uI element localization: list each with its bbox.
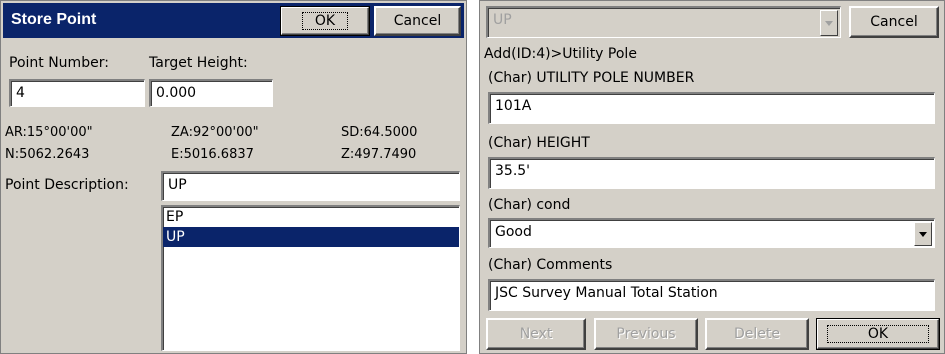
ok-button[interactable]: OK (280, 6, 370, 36)
cond-select-value: Good (495, 224, 532, 240)
cond-select[interactable]: Good (488, 218, 935, 248)
target-height-label: Target Height: (149, 55, 248, 71)
pole-number-input[interactable]: 101A (488, 92, 935, 124)
store-point-dialog: Store Point OK Cancel Point Number: 4 Ta… (0, 0, 467, 354)
delete-button-label: Delete (734, 326, 780, 342)
target-height-input[interactable]: 0.000 (149, 79, 273, 107)
z-readout: Z:497.7490 (341, 147, 417, 162)
e-readout: E:5016.6837 (171, 147, 254, 162)
comments-label: (Char) Comments (488, 257, 613, 273)
cond-label: (Char) cond (488, 197, 571, 213)
dialog-title: Store Point (11, 11, 97, 28)
point-description-input[interactable]: UP (161, 171, 460, 201)
next-button-label: Next (519, 326, 553, 342)
chevron-down-icon[interactable] (820, 10, 838, 36)
delete-button[interactable]: Delete (705, 318, 809, 350)
description-list[interactable]: EP UP (161, 205, 460, 351)
cancel-button[interactable]: Cancel (849, 6, 939, 38)
n-readout: N:5062.2643 (5, 147, 90, 162)
height-input[interactable]: 35.5' (488, 157, 935, 189)
height-label: (Char) HEIGHT (488, 135, 590, 151)
chevron-down-icon[interactable] (914, 222, 932, 246)
point-number-label: Point Number: (9, 55, 109, 71)
list-item[interactable]: EP (163, 207, 459, 227)
ok-button[interactable]: OK (816, 318, 940, 350)
code-select-value: UP (493, 12, 512, 28)
previous-button[interactable]: Previous (594, 318, 698, 350)
code-select[interactable]: UP (486, 6, 841, 38)
header-label: Add(ID:4)>Utility Pole (484, 46, 637, 62)
attribute-dialog: UP Cancel Add(ID:4)>Utility Pole (Char) … (479, 0, 945, 354)
pole-number-label: (Char) UTILITY POLE NUMBER (488, 70, 695, 86)
ar-readout: AR:15°00'00" (5, 125, 93, 140)
comments-input[interactable]: JSC Survey Manual Total Station (488, 279, 935, 311)
za-readout: ZA:92°00'00" (171, 125, 259, 140)
cancel-button-label: Cancel (870, 14, 918, 30)
list-item-selected[interactable]: UP (163, 227, 459, 247)
ok-button-label: OK (301, 12, 349, 30)
cancel-button-label: Cancel (393, 13, 442, 29)
point-number-input[interactable]: 4 (9, 79, 145, 107)
cancel-button[interactable]: Cancel (374, 6, 461, 36)
point-description-label: Point Description: (5, 177, 129, 193)
previous-button-label: Previous (616, 326, 676, 342)
next-button[interactable]: Next (486, 318, 586, 350)
ok-button-label: OK (826, 325, 930, 343)
sd-readout: SD:64.5000 (341, 125, 418, 140)
